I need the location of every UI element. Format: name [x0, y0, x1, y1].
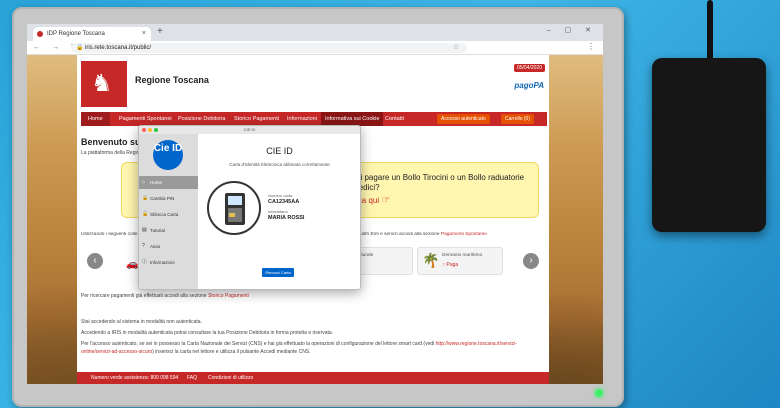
nav-pagamenti-spontanei[interactable]: Pagamenti Spontanei	[119, 112, 172, 126]
dialog-window-title: CIE ID	[243, 127, 256, 132]
services-intro-prefix: Utilizzando i seguenti colle	[81, 232, 138, 237]
browser-menu-icon[interactable]: ⋮	[587, 42, 595, 51]
sidebar-item-label: Cambia PIN	[150, 196, 175, 201]
browser-tab[interactable]: IDP Regione Toscana ×	[33, 27, 151, 41]
help-icon: ?	[142, 243, 145, 249]
info-icon: ⓘ	[142, 259, 148, 265]
card-number-value: CA12345AA	[268, 199, 300, 205]
monitor-power-led	[595, 389, 603, 397]
footer-conditions-link[interactable]: Condizioni di utilizzo	[208, 372, 253, 384]
holder-label: Intestatario	[268, 209, 288, 214]
lock-icon: 🔒	[76, 45, 84, 51]
cie-id-logo: Cie ID	[153, 140, 183, 170]
page-footer: Numero verde assistenza: 800 098 594 FAQ…	[77, 372, 549, 384]
carousel-next-button[interactable]: ›	[523, 253, 539, 269]
screen: IDP Regione Toscana × + – ▢ ✕ ← → ↻ 🔒 ir…	[27, 24, 603, 384]
card-chip-icon	[229, 213, 235, 217]
search-history-text: Per ricercare pagamenti già effettuati a…	[81, 293, 249, 299]
info-cns-prefix: Per l'accesso autenticato, se sei in pos…	[81, 341, 436, 347]
nav-contatti[interactable]: Contatti	[385, 112, 404, 126]
car-icon: 🚗	[126, 259, 139, 270]
url-input[interactable]: 🔒 iris.rete.toscana.it/public/	[71, 43, 467, 53]
holder-value: MARIA ROSSI	[268, 215, 305, 221]
nav-storico-pagamenti[interactable]: Storico Pagamenti	[234, 112, 279, 126]
storico-pagamenti-link[interactable]: Storico Pagamenti	[208, 293, 249, 299]
promo-text: evi pagare un Bollo Tirocini o un Bollo …	[352, 173, 525, 192]
nav-posizione-debitoria[interactable]: Posizione Debitoria	[178, 112, 225, 126]
card-reader-illustration	[207, 181, 261, 235]
sidebar-item-tutorial[interactable]: ▤ Tutorial	[139, 224, 198, 237]
card-reader-device	[652, 58, 766, 232]
dialog-titlebar: CIE ID	[139, 126, 360, 134]
dialog-main: CIE ID Carta d'Identità Elettronica abbi…	[198, 134, 360, 289]
pointing-hand-icon: ☞	[381, 195, 391, 206]
sidebar-item-label: Home	[150, 180, 163, 185]
home-icon: ⌂	[142, 179, 146, 185]
info-cns-instructions: Per l'accesso autenticato, se sei in pos…	[81, 340, 541, 356]
date-badge: 05/04/2020	[513, 64, 545, 72]
welcome-subtitle: La piattaforma della Region	[81, 150, 143, 156]
card-reader-cable	[707, 0, 713, 64]
sidebar-item-label: Aiuto	[150, 244, 161, 249]
sidebar-item-home[interactable]: ⌂ Home	[139, 176, 198, 189]
service-card-demanio-name: Demanio marittimo	[442, 253, 483, 258]
regione-toscana-logo[interactable]: ♞	[81, 61, 127, 107]
info-not-authenticated: Stai accedendo al sistema in modalità no…	[81, 319, 202, 325]
sidebar-item-informazioni[interactable]: ⓘ Informazioni	[139, 256, 198, 269]
card-reader-icon	[225, 193, 245, 225]
footer-faq-link[interactable]: FAQ	[187, 372, 197, 384]
url-text: iris.rete.toscana.it/public/	[85, 45, 152, 51]
accesso-autenticato-button[interactable]: Accesso autenticato	[437, 114, 490, 124]
sidebar-item-sblocca-carta[interactable]: 🔓 Sblocca Carta	[139, 208, 198, 221]
cie-id-subtitle: Carta d'Identità Elettronica abbinata co…	[229, 162, 330, 167]
carousel-prev-button[interactable]: ‹	[87, 253, 103, 269]
service-card-demanio[interactable]: 🌴 Demanio marittimo ☞Paga	[417, 247, 503, 275]
palm-tree-icon: 🌴	[422, 252, 440, 268]
tutorial-icon: ▤	[142, 227, 147, 233]
sidebar-item-aiuto[interactable]: ? Aiuto	[139, 240, 198, 253]
sidebar-item-label: Sblocca Carta	[150, 212, 179, 217]
nav-informazioni[interactable]: Informazioni	[287, 112, 317, 126]
pagopa-logo: pagoPA	[514, 81, 544, 90]
dialog-sidebar: Cie ID ⌂ Home 🔒 Cambia PIN 🔓 Sblocca Car…	[139, 134, 198, 289]
bookmark-star-icon[interactable]: ☆	[453, 43, 459, 51]
pagamenti-spontanei-link[interactable]: Pagamenti Spontanei	[441, 232, 487, 237]
info-authenticated-access: Accedendo a IRIS in modalità autenticata…	[81, 330, 334, 336]
lock-icon: 🔒	[142, 195, 149, 201]
tab-title: IDP Regione Toscana	[47, 31, 105, 37]
nav-home[interactable]: Home	[81, 112, 110, 126]
main-navbar: Home Pagamenti Spontanei Posizione Debit…	[81, 112, 547, 126]
cie-id-title: CIE ID	[266, 146, 293, 156]
favicon-icon	[37, 31, 43, 37]
sidebar-item-cambia-pin[interactable]: 🔒 Cambia PIN	[139, 192, 198, 205]
nav-informativa-cookie[interactable]: Informativa sui Cookie	[321, 112, 384, 126]
cie-id-dialog: CIE ID Cie ID ⌂ Home 🔒 Cambia PIN 🔓 Sblo…	[138, 125, 361, 290]
unlock-icon: 🔓	[142, 211, 149, 217]
info-section: Stai accedendo al sistema in modalità no…	[81, 318, 541, 359]
window-controls[interactable]: – ▢ ✕	[547, 26, 597, 34]
sidebar-item-label: Informazioni	[150, 260, 175, 265]
carrello-button[interactable]: Carrello (0)	[501, 114, 535, 124]
footer-phone: Numero verde assistenza: 800 098 594	[91, 375, 179, 381]
new-tab-button[interactable]: +	[157, 26, 163, 37]
sidebar-item-label: Tutorial	[150, 228, 165, 233]
paga-link[interactable]: ☞Paga	[442, 262, 458, 268]
card-number-label: Numero carta	[268, 193, 293, 198]
browser-tabstrip: IDP Regione Toscana × + – ▢ ✕	[27, 24, 603, 41]
tab-close-icon[interactable]: ×	[142, 27, 146, 41]
address-bar: ← → ↻ 🔒 iris.rete.toscana.it/public/ ☆ ⋮	[27, 41, 603, 55]
info-cns-suffix: ) inserisci la carta nel lettore e utili…	[152, 349, 311, 355]
pegasus-icon: ♞	[91, 70, 113, 97]
reader-screen	[228, 196, 242, 205]
search-history-prefix: Per ricercare pagamenti già effettuati a…	[81, 293, 208, 299]
site-title: Regione Toscana	[135, 75, 209, 85]
remove-card-button[interactable]: Rimuovi Carta	[262, 268, 294, 277]
